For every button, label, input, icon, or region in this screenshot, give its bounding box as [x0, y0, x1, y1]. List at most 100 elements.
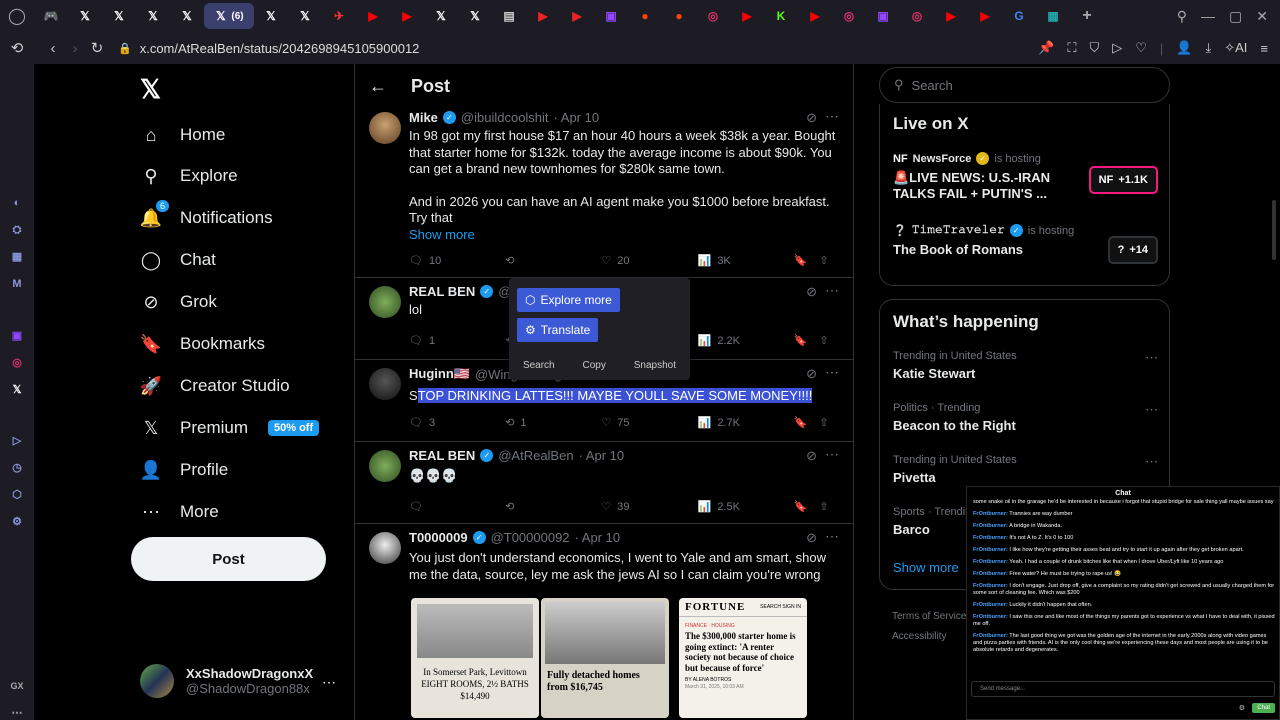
trend-item[interactable]: Trending in United States Katie Stewart ⋯: [893, 350, 1158, 381]
more-options-icon[interactable]: ⋯: [825, 282, 839, 299]
listener-count[interactable]: NF +1.1K: [1088, 166, 1158, 194]
avatar[interactable]: [369, 450, 401, 482]
trend-more-icon[interactable]: ⋯: [1145, 454, 1158, 470]
browser-tab[interactable]: ▶: [560, 3, 594, 29]
author-handle[interactable]: @AtRealBen: [498, 448, 573, 463]
browser-tab[interactable]: ▶: [968, 3, 1002, 29]
browser-tab[interactable]: ▦: [1036, 3, 1070, 29]
account-switcher[interactable]: XxShadowDragonxX @ShadowDragon88x: [140, 664, 313, 698]
play-icon[interactable]: ▷: [1112, 40, 1122, 56]
browser-tab[interactable]: ▶: [934, 3, 968, 29]
browser-tab[interactable]: ▣: [594, 3, 628, 29]
avatar[interactable]: [369, 112, 401, 144]
translate-button[interactable]: ⚙ Translate: [517, 318, 599, 342]
repost-button[interactable]: ⟲: [505, 254, 601, 267]
ai-button[interactable]: ✧AI: [1224, 40, 1247, 56]
accessibility-link[interactable]: Accessibility: [892, 627, 966, 647]
grok-icon[interactable]: ⊘: [806, 448, 817, 464]
tweet-image-fortune[interactable]: FORTUNE SEARCH SIGN IN FINANCE · HOUSING…: [679, 598, 807, 718]
chat-input[interactable]: Send message...: [971, 681, 1275, 697]
post-date[interactable]: · Apr 10: [579, 448, 625, 463]
author-name[interactable]: Huginn🇺🇸: [409, 366, 470, 382]
explore-more-button[interactable]: ⬡ Explore more: [517, 288, 620, 312]
browser-tab[interactable]: 𝕏: [102, 3, 136, 29]
browser-tab[interactable]: 𝕏: [170, 3, 204, 29]
back-arrow-icon[interactable]: ←: [369, 76, 387, 97]
snapshot-icon[interactable]: ⛶: [1067, 40, 1076, 56]
opera-logo-icon[interactable]: ◯: [0, 0, 34, 32]
chat-username[interactable]: FrOntburner:: [973, 559, 1008, 565]
bookmark-button[interactable]: 🔖: [794, 500, 820, 513]
reload-icon[interactable]: ↻: [86, 39, 108, 57]
search-input[interactable]: ⚲ Search: [879, 67, 1170, 103]
chat-username[interactable]: FrOntburner:: [973, 614, 1008, 620]
back-nav-icon[interactable]: ‹: [42, 40, 64, 57]
browser-tab[interactable]: 𝕏: [68, 3, 102, 29]
share-button[interactable]: ⇧: [819, 416, 839, 429]
grok-icon[interactable]: ⊘: [806, 366, 817, 382]
messenger-icon[interactable]: M: [9, 276, 25, 291]
chat-username[interactable]: FrOntburner:: [973, 571, 1008, 577]
popup-search-link[interactable]: Search: [523, 360, 555, 371]
maximize-icon[interactable]: ▢: [1229, 8, 1242, 25]
tweet[interactable]: Mike ✓ @ibuildcoolshit · Apr 10 ⊘ ⋯ In 9…: [355, 104, 853, 278]
more-options-icon[interactable]: ⋯: [825, 528, 839, 545]
browser-tab[interactable]: ◎: [832, 3, 866, 29]
browser-tab[interactable]: 𝕏: [458, 3, 492, 29]
browser-tab[interactable]: 𝕏 (6): [204, 3, 254, 29]
repost-button[interactable]: ⟲: [505, 500, 601, 513]
account-more-icon[interactable]: ⋯: [322, 674, 336, 691]
trend-item[interactable]: Politics · Trending Beacon to the Right ⋯: [893, 402, 1158, 433]
sync-icon[interactable]: ⟲: [6, 39, 28, 57]
chat-settings-icon[interactable]: ⚙: [1239, 704, 1245, 712]
browser-tab[interactable]: K: [764, 3, 798, 29]
grok-icon[interactable]: ⊘: [806, 110, 817, 126]
browser-tab[interactable]: ▶: [356, 3, 390, 29]
more-options-icon[interactable]: ⋯: [825, 446, 839, 463]
nav-item-home[interactable]: ⌂ Home: [140, 124, 226, 146]
views-button[interactable]: 📊 2.2K: [698, 334, 794, 348]
show-more-link[interactable]: Show more: [893, 560, 959, 575]
nav-item-chat[interactable]: ◯ Chat: [140, 249, 216, 271]
twitch-icon[interactable]: ▣: [9, 328, 25, 343]
new-tab-button[interactable]: +: [1070, 3, 1104, 29]
browser-tab[interactable]: ✈: [322, 3, 356, 29]
nav-item-explore[interactable]: ⚲ Explore: [140, 165, 237, 187]
trend-item[interactable]: Trending in United States Pivetta ⋯: [893, 454, 1158, 485]
instagram-icon[interactable]: ◎: [9, 355, 25, 370]
like-button[interactable]: ♡ 75: [601, 416, 697, 430]
browser-tab[interactable]: ▶: [730, 3, 764, 29]
forward-nav-icon[interactable]: ›: [64, 40, 86, 57]
page-scrollbar[interactable]: [1272, 200, 1276, 260]
profile-icon[interactable]: 👤: [1176, 40, 1192, 56]
browser-tab[interactable]: 𝕏: [288, 3, 322, 29]
nav-item-more[interactable]: ⋯ More: [140, 501, 219, 523]
like-button[interactable]: ♡ 39: [601, 500, 697, 514]
nav-item-grok[interactable]: ⊘ Grok: [140, 291, 216, 313]
tweet[interactable]: REAL BEN ✓ @AtRealBen · Apr 10 ⊘ ⋯ 💀💀💀 🗨…: [355, 442, 853, 524]
music-icon[interactable]: ▦: [9, 250, 25, 265]
bookmark-button[interactable]: 🔖: [794, 334, 820, 347]
tweet-image-levittown[interactable]: In Somerset Park, Levittown EIGHT ROOMS,…: [411, 598, 539, 718]
x-logo-icon[interactable]: 𝕏: [9, 382, 25, 397]
avatar[interactable]: [369, 286, 401, 318]
more-options-icon[interactable]: ⋯: [825, 364, 839, 381]
show-more-link[interactable]: Show more: [409, 227, 839, 244]
views-button[interactable]: 📊 2.5K: [698, 500, 794, 514]
more-options-icon[interactable]: ⋯: [825, 108, 839, 125]
reply-button[interactable]: 🗨 3: [409, 416, 505, 430]
post-date[interactable]: · Apr 10: [554, 110, 600, 125]
author-name[interactable]: T0000009: [409, 530, 468, 545]
author-name[interactable]: Mike: [409, 110, 438, 125]
views-button[interactable]: 📊 3K: [698, 254, 794, 268]
aria-icon[interactable]: ◐: [9, 196, 25, 211]
browser-tab[interactable]: ▤: [492, 3, 526, 29]
browser-tab[interactable]: 𝕏: [424, 3, 458, 29]
shield-icon[interactable]: ⛉: [1089, 40, 1099, 56]
terms-link[interactable]: Terms of Service: [892, 607, 966, 627]
author-handle[interactable]: @T00000092: [491, 530, 570, 545]
minimize-icon[interactable]: —: [1201, 8, 1215, 24]
avatar[interactable]: [369, 532, 401, 564]
grok-icon[interactable]: ⊘: [806, 530, 817, 546]
trend-more-icon[interactable]: ⋯: [1145, 402, 1158, 418]
